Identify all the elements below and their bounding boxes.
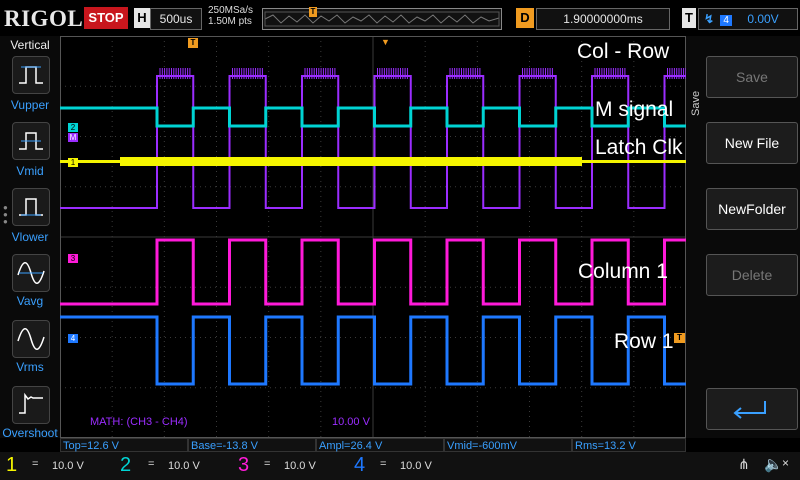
trigger-position-marker: T [309,7,317,17]
math-scale: 10.00 V [332,416,370,428]
ch1-coupling: = [32,458,39,470]
timebase-value[interactable]: 500us [150,8,202,30]
ch2-scale: 10.0 V [168,460,200,472]
ch2-number: 2 [120,454,132,476]
vupper-label: Vupper [10,98,50,112]
trigger-tag: T [682,8,696,28]
mute-x-icon: × [782,456,790,470]
vlower-button[interactable] [12,188,50,226]
vlower-label: Vlower [11,230,49,244]
delay-tag: D [516,8,534,28]
vmid-button[interactable] [12,122,50,160]
save-button[interactable]: Save [706,56,798,98]
trigger-level-tag[interactable]: T [674,333,685,343]
annotation-col-row: Col - Row [577,40,670,63]
trigger-source: 4 [720,15,732,26]
vmid-label: Vmid [16,164,44,178]
timebase-tag: H [134,8,150,28]
ch3-coupling: = [264,458,271,470]
memory-depth: 1.50M pts [208,16,252,27]
ch2-coupling: = [148,458,155,470]
ch1-status[interactable]: 1 = 10.0 V [0,452,118,480]
vupper-icon [19,66,43,84]
ch3-number: 3 [238,454,250,476]
sample-rate: 250MSa/s [208,5,254,16]
ch3-marker[interactable]: 3 [68,254,78,263]
overshoot-icon [19,392,43,414]
return-button[interactable] [706,388,798,430]
vupper-button[interactable] [12,56,50,94]
trigger-time-marker[interactable]: T [188,38,198,48]
ch1-number: 1 [6,454,18,476]
delete-button[interactable]: Delete [706,254,798,296]
math-marker[interactable]: M [68,133,78,142]
vrms-label: Vrms [16,360,44,374]
save-section-label: Save [690,90,702,116]
ch4-status[interactable]: 4 = 10.0 V [354,452,472,480]
waveform-canvas [60,36,686,438]
trigger-level: 0.00V [747,12,779,26]
ch4-marker[interactable]: 4 [68,334,78,343]
ch1-scale: 10.0 V [52,460,84,472]
top-status-bar: RIGOL STOP H 500us 250MSa/s 1.50M pts T … [0,0,800,36]
meas-vmid[interactable]: Vmid=-600mV [444,438,572,452]
meas-top[interactable]: Top=12.6 V [60,438,188,452]
save-menu: Save Save New File NewFolder Delete [686,36,800,438]
ch1-latch-burst [120,157,582,166]
speaker-muted-icon[interactable]: 🔈 [764,455,783,473]
meas-ampl[interactable]: Ampl=26.4 V [316,438,444,452]
vertical-measure-menu: Vertical Vupper Vmid ● ● ● Vlower Vavg Vrm… [0,36,60,440]
ch4-scale: 10.0 V [400,460,432,472]
menu-page-dots-icon: ● ● ● [3,203,8,226]
save-section-label-wrap: Save [686,76,706,116]
ch4-trace [60,315,686,386]
vmid-icon [19,132,43,150]
measurement-bar: Top=12.6 V Base=-13.8 V Ampl=26.4 V Vmid… [60,438,686,452]
annotation-m-signal: M signal [595,98,674,121]
ch2-marker[interactable]: 2 [68,123,78,132]
ch3-scale: 10.0 V [284,460,316,472]
usb-icon: ⋔ [738,456,750,472]
meas-base[interactable]: Base=-13.8 V [188,438,316,452]
vavg-button[interactable] [12,254,50,292]
channel-status-bar: 1 = 10.0 V 2 = 10.0 V 3 = 10.0 V 4 = 10.… [0,452,800,480]
vlower-icon [19,198,43,216]
menu-title: Vertical [10,38,50,52]
run-stop-button[interactable]: STOP [84,7,128,29]
annotation-latch-clk: Latch Clk [595,136,683,159]
annotation-row-1: Row 1 [614,330,674,353]
ch4-number: 4 [354,454,366,476]
trigger-settings[interactable]: ↯ 4 0.00V [698,8,798,30]
ch4-coupling: = [380,458,387,470]
vavg-icon [17,262,45,284]
vrms-icon [17,328,45,350]
new-folder-button[interactable]: NewFolder [706,188,798,230]
memory-waveform-preview [264,11,500,27]
ch2-status[interactable]: 2 = 10.0 V [118,452,236,480]
overshoot-button[interactable] [12,386,50,424]
vavg-label: Vavg [16,294,44,308]
new-file-button[interactable]: New File [706,122,798,164]
annotation-column-1: Column 1 [578,260,668,283]
rigol-logo: RIGOL [4,6,84,31]
waveform-display[interactable]: MATH: (CH3 - CH4) 10.00 V Col - Row M si… [60,36,686,438]
ch2-trace [60,106,686,128]
acquisition-info: 250MSa/s 1.50M pts [208,5,253,27]
return-icon [733,401,766,419]
center-time-marker-icon: ▼ [381,37,390,47]
math-label: MATH: (CH3 - CH4) [90,416,188,428]
ch1-marker[interactable]: 1 [68,158,78,167]
memory-overview-bar[interactable]: T [262,7,502,30]
rising-edge-icon: ↯ [704,12,715,26]
ch3-status[interactable]: 3 = 10.0 V [236,452,354,480]
vrms-button[interactable] [12,320,50,358]
meas-rms[interactable]: Rms=13.2 V [572,438,686,452]
overshoot-label: Overshoot [2,426,58,440]
delay-value[interactable]: 1.90000000ms [536,8,670,30]
